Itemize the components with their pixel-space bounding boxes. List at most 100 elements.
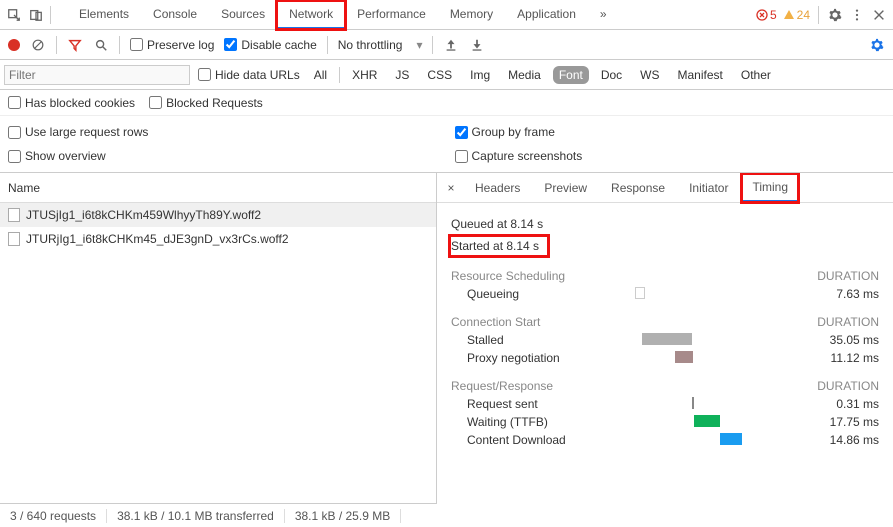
download-har-icon[interactable] [469, 37, 485, 53]
status-requests: 3 / 640 requests [0, 509, 107, 523]
blocked-cookies-checkbox[interactable]: Has blocked cookies [8, 96, 135, 110]
timing-label: Content Download [467, 433, 627, 447]
tab-network[interactable]: Network [277, 1, 345, 29]
tab-response[interactable]: Response [601, 175, 675, 201]
divider [50, 6, 51, 24]
screenshots-checkbox[interactable]: Capture screenshots [455, 144, 583, 168]
request-row[interactable]: JTUSjIg1_i6t8kCHKm459WlhyyTh89Y.woff2 [0, 203, 436, 227]
preserve-log-label: Preserve log [147, 38, 214, 52]
timing-value: 35.05 ms [799, 333, 879, 347]
tab-sources[interactable]: Sources [209, 1, 277, 29]
throttling-label: No throttling [338, 38, 403, 52]
type-all[interactable]: All [308, 66, 333, 84]
hide-data-urls-label: Hide data URLs [215, 68, 300, 82]
blocked-row: Has blocked cookies Blocked Requests [0, 90, 893, 116]
timing-bar [642, 333, 692, 345]
type-ws[interactable]: WS [634, 66, 665, 84]
file-icon [8, 208, 20, 222]
status-resources: 38.1 kB / 25.9 MB [285, 509, 401, 523]
overview-checkbox[interactable]: Show overview [8, 144, 106, 168]
duration-header: DURATION [817, 269, 879, 283]
request-list-pane: Name JTUSjIg1_i6t8kCHKm459WlhyyTh89Y.wof… [0, 173, 437, 522]
duration-header: DURATION [817, 315, 879, 329]
hide-data-urls-checkbox[interactable]: Hide data URLs [198, 68, 300, 82]
timing-label: Waiting (TTFB) [467, 415, 627, 429]
clear-icon[interactable] [30, 37, 46, 53]
device-toggle-icon[interactable] [28, 7, 44, 23]
throttling-dropdown[interactable]: No throttling ▾ [338, 38, 423, 52]
record-button[interactable] [8, 39, 20, 51]
tab-memory[interactable]: Memory [438, 1, 505, 29]
timing-row-proxy: Proxy negotiation 11.12 ms [467, 351, 879, 365]
type-manifest[interactable]: Manifest [672, 66, 729, 84]
started-at: Started at 8.14 s [451, 239, 539, 253]
tab-preview[interactable]: Preview [534, 175, 597, 201]
type-css[interactable]: CSS [421, 66, 458, 84]
timing-value: 17.75 ms [799, 415, 879, 429]
section-resource-scheduling: Resource Scheduling [451, 269, 565, 283]
gear-icon[interactable] [827, 7, 843, 23]
filter-icon[interactable] [67, 37, 83, 53]
filter-input[interactable] [4, 65, 190, 85]
status-transferred: 38.1 kB / 10.1 MB transferred [107, 509, 285, 523]
large-rows-checkbox[interactable]: Use large request rows [8, 120, 148, 144]
preserve-log-checkbox[interactable]: Preserve log [130, 38, 214, 52]
search-icon[interactable] [93, 37, 109, 53]
status-bar: 3 / 640 requests 38.1 kB / 10.1 MB trans… [0, 503, 437, 527]
name-column-header[interactable]: Name [0, 173, 436, 203]
type-media[interactable]: Media [502, 66, 547, 84]
section-connection-start: Connection Start [451, 315, 540, 329]
error-badge[interactable]: 5 [756, 8, 777, 22]
type-other[interactable]: Other [735, 66, 777, 84]
blocked-requests-checkbox[interactable]: Blocked Requests [149, 96, 263, 110]
tab-elements[interactable]: Elements [67, 1, 141, 29]
close-detail-icon[interactable]: × [441, 181, 461, 195]
divider [339, 67, 340, 83]
screenshots-label: Capture screenshots [472, 149, 583, 163]
timing-row-sent: Request sent 0.31 ms [467, 397, 879, 411]
tab-more[interactable]: » [588, 1, 619, 29]
type-js[interactable]: JS [389, 66, 415, 84]
kebab-icon[interactable] [849, 7, 865, 23]
filter-bar: Hide data URLs All XHR JS CSS Img Media … [0, 60, 893, 90]
tab-headers[interactable]: Headers [465, 175, 530, 201]
main-tab-strip: Elements Console Sources Network Perform… [67, 1, 619, 29]
request-row[interactable]: JTURjIg1_i6t8kCHKm45_dJE3gnD_vx3rCs.woff… [0, 227, 436, 251]
close-icon[interactable] [871, 7, 887, 23]
network-settings-gear-icon[interactable] [869, 37, 885, 53]
request-name: JTURjIg1_i6t8kCHKm45_dJE3gnD_vx3rCs.woff… [26, 232, 289, 246]
type-img[interactable]: Img [464, 66, 496, 84]
type-xhr[interactable]: XHR [346, 66, 383, 84]
type-font[interactable]: Font [553, 66, 589, 84]
blocked-requests-label: Blocked Requests [166, 96, 263, 110]
timing-bar [635, 287, 645, 299]
tab-application[interactable]: Application [505, 1, 588, 29]
timing-label: Proxy negotiation [467, 351, 627, 365]
blocked-cookies-label: Has blocked cookies [25, 96, 135, 110]
timing-row-download: Content Download 14.86 ms [467, 433, 879, 447]
detail-tab-strip: × Headers Preview Response Initiator Tim… [437, 173, 893, 203]
options-block: Use large request rows Show overview Gro… [0, 116, 893, 173]
section-request-response: Request/Response [451, 379, 553, 393]
type-doc[interactable]: Doc [595, 66, 628, 84]
request-list: JTUSjIg1_i6t8kCHKm459WlhyyTh89Y.woff2 JT… [0, 203, 436, 522]
tab-console[interactable]: Console [141, 1, 209, 29]
upload-har-icon[interactable] [443, 37, 459, 53]
tab-performance[interactable]: Performance [345, 1, 438, 29]
disable-cache-label: Disable cache [241, 38, 316, 52]
timing-label: Queueing [467, 287, 627, 301]
tab-timing[interactable]: Timing [742, 174, 798, 202]
timing-value: 14.86 ms [799, 433, 879, 447]
divider [56, 36, 57, 54]
divider [119, 36, 120, 54]
network-toolbar: Preserve log Disable cache No throttling… [0, 30, 893, 60]
divider [432, 36, 433, 54]
group-frame-checkbox[interactable]: Group by frame [455, 120, 555, 144]
disable-cache-checkbox[interactable]: Disable cache [224, 38, 316, 52]
queued-at: Queued at 8.14 s [451, 217, 879, 231]
content-split: Name JTUSjIg1_i6t8kCHKm459WlhyyTh89Y.wof… [0, 173, 893, 522]
inspect-icon[interactable] [6, 7, 22, 23]
tab-initiator[interactable]: Initiator [679, 175, 738, 201]
large-rows-label: Use large request rows [25, 125, 148, 139]
warning-badge[interactable]: 24 [783, 8, 810, 22]
